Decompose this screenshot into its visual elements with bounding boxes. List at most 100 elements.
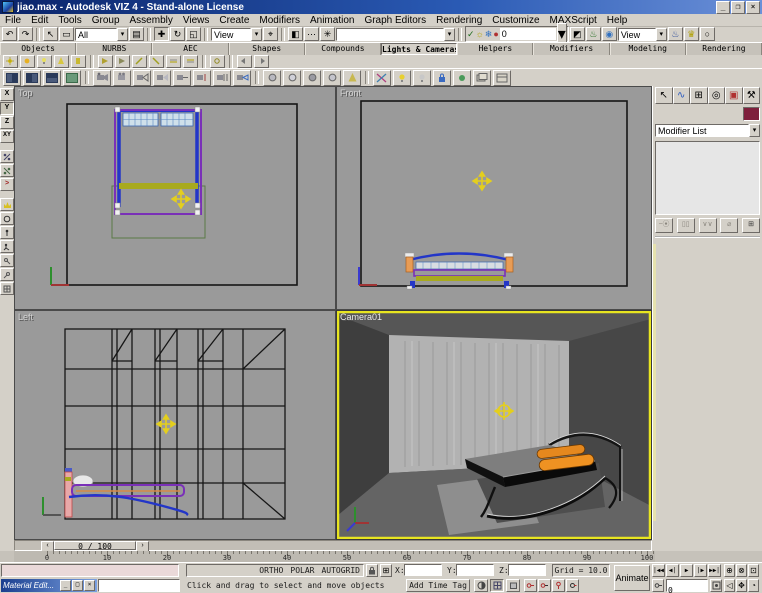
direct-light-icon[interactable] — [71, 55, 86, 68]
menu-group[interactable]: Group — [87, 15, 125, 26]
menu-animation[interactable]: Animation — [305, 15, 359, 26]
utilities-tab-icon[interactable]: ⚒ — [743, 87, 761, 104]
target-spot-icon[interactable] — [98, 55, 113, 68]
free-spot-icon[interactable] — [115, 55, 130, 68]
spot-cone-icon[interactable] — [343, 70, 361, 86]
render-scene-icon[interactable]: ♨ — [586, 27, 601, 41]
person-key2-icon[interactable] — [0, 268, 14, 281]
make-unique-icon[interactable]: ∨∨ — [699, 218, 717, 233]
mini-maximize-button[interactable]: □ — [72, 580, 83, 591]
zoom-all-icon[interactable]: ⊗ — [736, 564, 747, 577]
track-bar-ruler[interactable]: 0 10 20 30 40 50 60 70 80 90 100 — [14, 551, 655, 562]
menu-modifiers[interactable]: Modifiers — [254, 15, 305, 26]
mini-close-button[interactable]: × — [84, 580, 95, 591]
rectangular-selection-icon[interactable]: ▭ — [59, 27, 74, 41]
viewport-layout-icon[interactable] — [23, 70, 41, 86]
maxscript-listener-input[interactable] — [99, 585, 179, 593]
set-key-filter-icon[interactable] — [524, 579, 537, 592]
configure-modifier-sets-icon[interactable]: ⊞ — [742, 218, 760, 233]
snap-spinner-icon[interactable] — [0, 164, 14, 177]
camera-horizon-icon[interactable] — [173, 70, 191, 86]
layer-check-icon[interactable]: ✓ — [467, 29, 475, 40]
title-bar[interactable]: jiao.max - Autodesk VIZ 4 - Stand-alone … — [0, 0, 762, 14]
chevron-down-icon[interactable]: ▾ — [749, 124, 760, 137]
motion-tab-icon[interactable]: ◎ — [708, 87, 726, 104]
restrict-y-button[interactable]: Y — [0, 102, 14, 115]
person-run-icon[interactable] — [0, 240, 14, 253]
maxscript-mini-listener-pink[interactable] — [1, 564, 179, 577]
minimize-button[interactable]: _ — [716, 1, 730, 14]
curve-editor-icon[interactable]: ✳ — [320, 27, 335, 41]
display-tab-icon[interactable]: ▣ — [725, 87, 743, 104]
time-configuration-icon[interactable] — [710, 579, 722, 592]
align-icon[interactable]: ⋯ — [304, 27, 319, 41]
set-key-filter-icon[interactable] — [552, 579, 565, 592]
render-crown-icon[interactable]: ♛ — [684, 27, 699, 41]
maximize-button[interactable]: ❐ — [731, 1, 745, 14]
z-coordinate-field[interactable] — [508, 564, 546, 576]
remove-modifier-icon[interactable]: ⌀ — [720, 218, 738, 233]
x-coordinate-field[interactable] — [404, 564, 442, 576]
camera-fov-icon[interactable] — [233, 70, 251, 86]
light-falloff-icon[interactable] — [183, 55, 198, 68]
select-object-icon[interactable]: ↖ — [43, 27, 58, 41]
named-selection-dropdown[interactable]: ▾ — [336, 28, 455, 41]
sunlight-icon[interactable] — [20, 55, 35, 68]
ortho-toggle[interactable]: ORTHO — [259, 566, 283, 575]
stack-icon[interactable] — [473, 70, 491, 86]
omni-sphere-icon[interactable] — [263, 70, 281, 86]
place-highlight-icon[interactable] — [237, 55, 252, 68]
viewport-top-label[interactable]: Top — [18, 88, 33, 98]
hand-tool-icon[interactable] — [453, 70, 471, 86]
select-and-move-icon[interactable]: ✚ — [154, 27, 169, 41]
mirror-icon[interactable]: ◧ — [288, 27, 303, 41]
camera-clip-icon[interactable] — [193, 70, 211, 86]
quick-render-icon[interactable]: ♨ — [668, 27, 683, 41]
maxscript-mini-listener-white[interactable] — [98, 579, 180, 592]
current-frame-input[interactable] — [667, 585, 707, 593]
material-editor-mini-window[interactable]: Material Edit... _ □ × — [1, 579, 97, 592]
menu-help[interactable]: Help — [602, 15, 633, 26]
selection-lock-icon[interactable] — [366, 564, 378, 577]
select-by-name-icon[interactable]: ▤ — [129, 27, 144, 41]
viewport-front-label[interactable]: Front — [340, 88, 361, 98]
render-type-dropdown[interactable]: View ▾ — [618, 28, 667, 41]
time-slider-thumb[interactable]: ‹ 0 / 100 › — [41, 541, 149, 550]
autogrid-toggle[interactable]: AUTOGRID — [321, 566, 360, 575]
grid-helper-icon[interactable] — [0, 282, 14, 295]
menu-maxscript[interactable]: MAXScript — [545, 15, 602, 26]
restrict-x-button[interactable]: X — [0, 88, 14, 101]
polar-toggle[interactable]: POLAR — [290, 566, 314, 575]
layer-color-icon[interactable]: ● — [493, 29, 498, 39]
rollout-scroll-strip[interactable] — [653, 244, 656, 521]
next-frame-button[interactable]: |▶ — [694, 564, 707, 577]
viewport-layout-icon[interactable] — [63, 70, 81, 86]
arc-rotate-icon[interactable]: ◔ — [748, 579, 759, 592]
omni-sphere-icon[interactable] — [323, 70, 341, 86]
modify-tab-icon[interactable]: ∿ — [673, 87, 691, 104]
free-camera-icon[interactable] — [113, 70, 131, 86]
viewport-left-label[interactable]: Left — [18, 312, 33, 322]
chevron-down-icon[interactable]: ▾ — [656, 28, 667, 41]
material-editor-icon[interactable]: ◩ — [570, 27, 585, 41]
add-time-tag-button[interactable]: Add Time Tag — [406, 579, 470, 592]
redo-icon[interactable]: ↷ — [18, 27, 33, 41]
current-frame-field[interactable] — [666, 579, 708, 592]
close-button[interactable]: × — [746, 1, 760, 14]
modifier-list-dropdown[interactable]: Modifier List ▾ — [655, 124, 760, 137]
absolute-offset-mode-icon[interactable]: ⊞ — [380, 564, 392, 577]
viewport-camera[interactable]: Camera01 — [336, 310, 652, 540]
use-pivot-point-icon[interactable]: ⌖ — [263, 27, 278, 41]
snap-toggle-icon[interactable] — [490, 579, 504, 592]
zoom-extents-icon[interactable]: ⊡ — [748, 564, 759, 577]
viewport-layout-icon[interactable] — [3, 70, 21, 86]
menu-rendering[interactable]: Rendering — [431, 15, 487, 26]
menu-customize[interactable]: Customize — [487, 15, 544, 26]
mini-minimize-button[interactable]: _ — [60, 580, 71, 591]
key-mode-toggle-icon[interactable] — [652, 579, 664, 592]
track-bar[interactable]: 0 10 20 30 40 50 60 70 80 90 100 — [0, 551, 762, 562]
include-light-icon[interactable] — [149, 55, 164, 68]
play-button[interactable]: ▶ — [680, 564, 693, 577]
omni-light-icon[interactable] — [37, 55, 52, 68]
undo-icon[interactable]: ↶ — [2, 27, 17, 41]
